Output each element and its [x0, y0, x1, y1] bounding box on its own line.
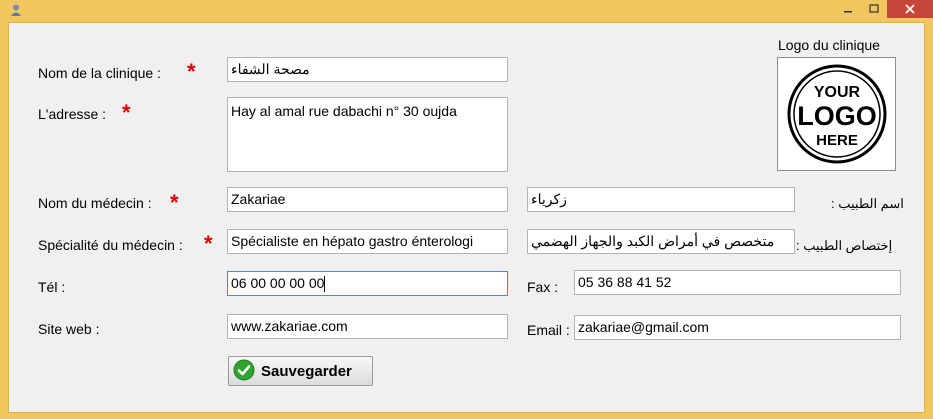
doctor-name-label: Nom du médecin : [38, 195, 152, 211]
required-marker: * [204, 231, 213, 256]
website-label: Site web : [38, 321, 100, 337]
specialty-label: Spécialité du médecin : [38, 237, 183, 253]
text-caret [324, 276, 326, 293]
required-marker: * [187, 59, 196, 84]
specialty-ar-field[interactable]: متخصص في أمراض الكبد والجهاز الهضمي [527, 229, 795, 254]
clinic-name-label: Nom de la clinique : [38, 65, 161, 81]
minimize-button[interactable] [836, 0, 860, 18]
close-button[interactable] [887, 0, 933, 18]
email-label: Email : [527, 322, 570, 338]
checkmark-icon [233, 359, 255, 384]
svg-text:HERE: HERE [816, 132, 858, 149]
fax-field[interactable]: 05 36 88 41 52 [574, 270, 901, 295]
doctor-name-field[interactable]: Zakariae [227, 187, 508, 212]
specialty-ar-label: إختصاص الطبيب : [796, 238, 893, 253]
address-label: L'adresse : [38, 106, 107, 122]
specialty-field[interactable]: Spécialiste en hépato gastro énterologi [227, 229, 508, 254]
required-marker: * [170, 190, 179, 215]
app-icon [9, 3, 23, 17]
svg-text:YOUR: YOUR [813, 84, 860, 101]
title-bar [0, 0, 933, 22]
maximize-button[interactable] [862, 0, 886, 18]
email-field[interactable]: zakariae@gmail.com [574, 315, 901, 340]
fax-label: Fax : [527, 279, 559, 295]
logo-placeholder-image: YOUR LOGO HERE [787, 64, 886, 164]
required-marker: * [122, 100, 131, 125]
phone-label: Tél : [38, 279, 66, 295]
clinic-name-field[interactable]: مصحة الشفاء [227, 57, 508, 82]
logo-picture[interactable]: YOUR LOGO HERE [777, 57, 896, 171]
save-button[interactable]: Sauvegarder [228, 356, 373, 386]
doctor-name-ar-label: اسم الطبيب : [831, 196, 904, 211]
svg-text:LOGO: LOGO [797, 101, 877, 131]
close-icon [905, 4, 915, 14]
app-window: Nom de la clinique : * L'adresse : * Nom… [0, 0, 933, 419]
website-field[interactable]: www.zakariae.com [227, 314, 508, 339]
phone-value: 06 00 00 00 00 [231, 275, 325, 291]
phone-field[interactable]: 06 00 00 00 00 [227, 271, 508, 296]
logo-title: Logo du clinique [778, 37, 880, 53]
address-field[interactable]: Hay al amal rue dabachi n° 30 oujda [227, 97, 508, 172]
doctor-name-ar-field[interactable]: زكرياء [527, 187, 795, 212]
save-button-label: Sauvegarder [261, 362, 352, 380]
